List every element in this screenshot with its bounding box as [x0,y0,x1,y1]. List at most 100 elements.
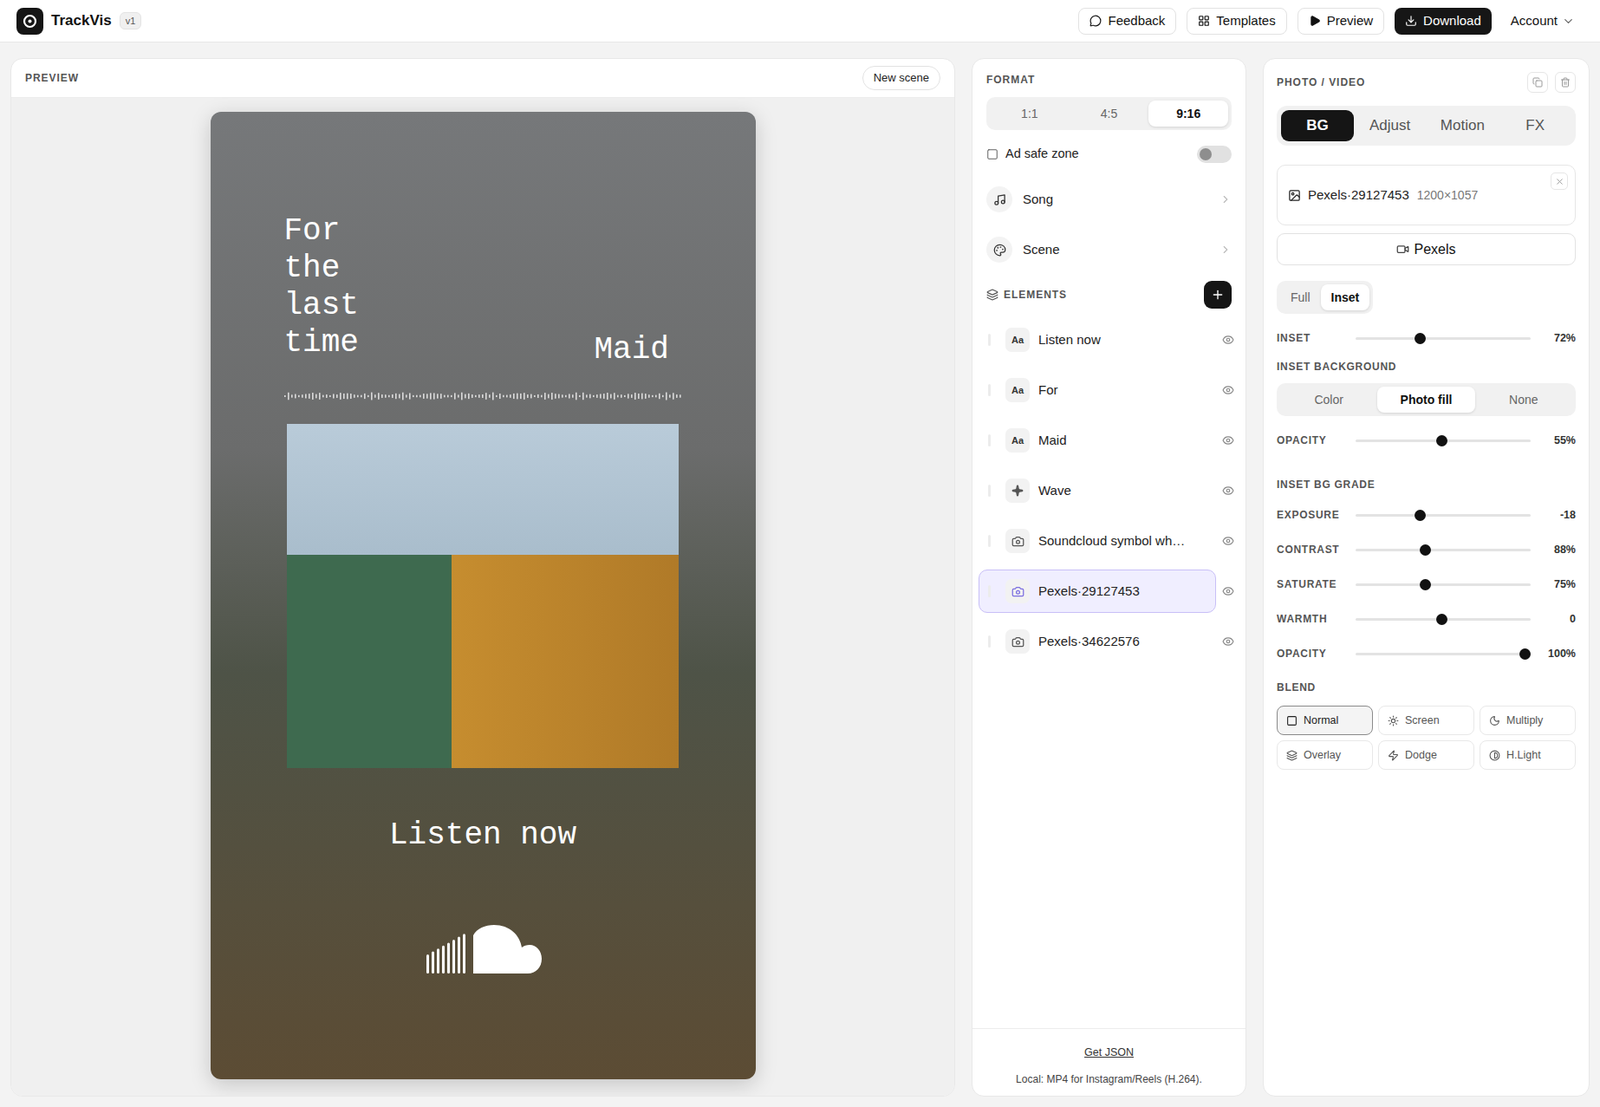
preview-header: PREVIEWNew scene [11,58,955,98]
get-json-link[interactable]: Get JSON [1084,1044,1134,1061]
element-label: Pexels·29127453 [1038,581,1140,602]
segment-option[interactable]: 9:16 [1148,100,1229,127]
blend-mode-icon [1387,715,1399,727]
artist-text[interactable]: Maid [594,331,670,369]
eye-icon[interactable] [1222,534,1235,547]
drag-handle[interactable] [988,585,991,598]
account-menu[interactable]: Account [1502,7,1584,35]
toolbar-icon [1308,14,1321,27]
slider-label: CONTRAST [1276,541,1356,558]
slider-track[interactable] [1355,543,1531,556]
remove-source-button[interactable] [1550,172,1568,190]
toolbar-icon [1404,14,1418,27]
element-row[interactable]: Wave [978,465,1240,516]
element-row[interactable]: AaFor [978,364,1240,416]
logo-icon[interactable] [16,7,44,35]
add-element-button[interactable] [1203,280,1232,309]
slider-track[interactable] [1355,578,1531,591]
blend-mode-icon [1286,715,1298,727]
slider-reading: 88% [1530,541,1576,559]
toolbar-button[interactable]: Preview [1297,7,1385,35]
export-note: Local: MP4 for Instagram/Reels (H.264). [1015,1071,1203,1087]
slider-row: OPACITY100% [1276,636,1576,671]
blend-option[interactable]: Normal [1276,705,1373,735]
elements-header: ELEMENTS [986,279,1232,310]
eye-icon[interactable] [1222,484,1235,497]
photo-video-panel: PHOTO / VIDEOBGAdjustMotionFXPexels·2912… [1262,58,1590,1097]
duplicate-button[interactable] [1527,71,1548,93]
eye-icon[interactable] [1222,585,1235,598]
segment-option[interactable]: Photo fill [1377,386,1475,413]
slider-track[interactable] [1355,508,1531,521]
segment-option[interactable]: Inset [1320,284,1371,311]
inset-photo[interactable] [286,423,679,768]
segment-option[interactable]: Color [1280,386,1378,413]
slider-track[interactable] [1355,434,1531,447]
blend-option[interactable]: Screen [1378,705,1475,735]
section-title: INSET BG GRADE [1276,476,1576,493]
ad-safe-zone-toggle[interactable] [1196,145,1232,163]
slider-thumb[interactable] [1436,435,1448,447]
blend-option[interactable]: Overlay [1276,740,1373,770]
drag-handle[interactable] [988,635,991,648]
drag-handle[interactable] [988,484,991,497]
blend-option[interactable]: Dodge [1378,740,1475,770]
slider-thumb[interactable] [1519,648,1531,660]
settings-row[interactable]: Scene [986,224,1232,275]
element-row[interactable]: Pexels·34622576 [978,616,1240,667]
slider-label: OPACITY [1276,432,1356,449]
soundcloud-logo-icon[interactable] [426,923,542,976]
slider-thumb[interactable] [1414,509,1426,521]
slider-thumb[interactable] [1419,578,1431,591]
blend-mode-icon [1387,749,1399,761]
settings-row[interactable]: Song [986,174,1232,225]
slider-thumb[interactable] [1419,544,1431,556]
app: TrackVisv1FeedbackTemplatesPreviewDownlo… [0,0,1600,1107]
slider-row: SATURATE75% [1276,566,1576,602]
property-tab[interactable]: Motion [1426,110,1500,142]
element-row[interactable]: Pexels·29127453 [978,565,1240,617]
toolbar-button[interactable]: Templates [1186,7,1287,35]
eye-icon[interactable] [1222,635,1235,648]
slider-label: SATURATE [1276,576,1356,592]
slider-thumb[interactable] [1436,613,1448,625]
slider-row: WARMTH0 [1276,601,1576,637]
inset-background-mode: ColorPhoto fillNone [1276,383,1576,417]
new-scene-button[interactable]: New scene [862,65,941,91]
drag-handle[interactable] [988,534,991,547]
slider-track[interactable] [1355,331,1531,345]
cta-text[interactable]: Listen now [210,816,756,854]
segment-option[interactable]: None [1475,386,1573,413]
blend-option[interactable]: H.Light [1479,740,1576,770]
drag-handle[interactable] [988,333,991,346]
eye-icon[interactable] [1222,333,1235,346]
drag-handle[interactable] [988,383,991,397]
format-footer: Get JSON Local: MP4 for Instagram/Reels (… [972,1027,1246,1096]
toolbar-button[interactable]: Download [1394,7,1492,35]
element-row[interactable]: AaMaid [978,415,1240,466]
slider-track[interactable] [1355,612,1531,625]
eye-icon[interactable] [1222,434,1235,447]
property-tab[interactable]: FX [1498,110,1572,142]
element-row[interactable]: AaListen now [978,314,1240,365]
title-text[interactable]: For the last time [284,212,380,362]
eye-icon[interactable] [1222,383,1235,397]
slider-row: EXPOSURE-18 [1276,497,1576,533]
slider-thumb[interactable] [1414,332,1426,345]
blend-option[interactable]: Multiply [1479,705,1576,735]
segment-option[interactable]: 4:5 [1069,100,1150,127]
segment-option[interactable]: 1:1 [989,100,1070,127]
waveform-icon[interactable] [284,389,684,404]
toolbar-button[interactable]: Feedback [1078,7,1177,35]
property-tab[interactable]: BG [1281,110,1354,142]
pexels-button[interactable]: Pexels [1276,233,1576,266]
slider-track[interactable] [1355,647,1531,660]
delete-button[interactable] [1554,71,1576,93]
segment-option[interactable]: Full [1280,284,1321,311]
property-tabs: BGAdjustMotionFX [1276,105,1576,146]
property-tab[interactable]: Adjust [1353,110,1427,142]
element-label: Wave [1038,481,1072,501]
drag-handle[interactable] [988,434,991,447]
app-name: TrackVis [51,9,112,33]
element-row[interactable]: Soundcloud symbol wh… [978,515,1240,566]
